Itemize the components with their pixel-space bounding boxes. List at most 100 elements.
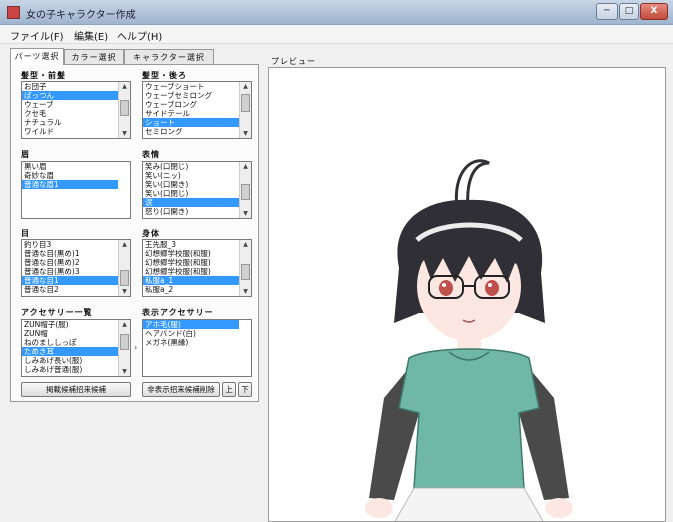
list-item[interactable]: 笑い(口閉じ) xyxy=(143,189,239,198)
scrollbar[interactable]: ▲ ▼ xyxy=(239,240,251,296)
list-item[interactable]: 釣り目3 xyxy=(22,240,118,249)
accessory-list-label: アクセサリー一覧 xyxy=(21,308,93,317)
list-item-selected[interactable]: ショート xyxy=(143,118,239,127)
list-item[interactable]: ねのまししっぽ xyxy=(22,338,118,347)
hair-front-listbox[interactable]: お団子 ぱっつん ウェーブ クセ毛 ナチュラル ワイルド ▲ ▼ xyxy=(21,81,131,139)
list-item[interactable]: メガネ(黒縁) xyxy=(143,338,239,347)
minimize-button[interactable]: ─ xyxy=(596,3,618,20)
list-item[interactable]: ZUN帽 xyxy=(22,329,118,338)
body-listbox[interactable]: 王先服_3 幻想郷学校服(和服) 幻想郷学校服(和服) 幻想郷学校服(和服) 私… xyxy=(142,239,252,297)
scroll-thumb[interactable] xyxy=(120,270,129,286)
scroll-thumb[interactable] xyxy=(120,100,129,116)
parts-panel: 髪型・前髪 お団子 ぱっつん ウェーブ クセ毛 ナチュラル ワイルド ▲ ▼ 髪… xyxy=(10,64,259,402)
close-button[interactable]: X xyxy=(640,3,668,20)
list-item[interactable]: ウェーブ xyxy=(22,100,118,109)
list-item-selected[interactable]: 涙 xyxy=(143,198,239,207)
list-item[interactable]: 王先服_3 xyxy=(143,240,239,249)
scroll-thumb[interactable] xyxy=(241,184,250,200)
scrollbar[interactable]: ▲ ▼ xyxy=(118,82,130,138)
scroll-thumb[interactable] xyxy=(241,264,250,280)
list-item-selected[interactable]: ためき耳 xyxy=(22,347,118,356)
list-item[interactable]: 奇妙な眉 xyxy=(22,171,118,180)
tab-characters[interactable]: キャラクター選択 xyxy=(124,49,214,64)
list-item[interactable]: 普通な目(黒め)3 xyxy=(22,267,118,276)
window-title: 女の子キャラクター作成 xyxy=(26,10,136,21)
scroll-down-icon[interactable]: ▼ xyxy=(119,287,130,296)
scroll-up-icon[interactable]: ▲ xyxy=(119,320,130,329)
scroll-thumb[interactable] xyxy=(120,334,129,350)
expression-listbox[interactable]: 笑み(口閉じ) 笑い(ニッ) 笑い(口開き) 笑い(口閉じ) 涙 怒り(口開き)… xyxy=(142,161,252,219)
expression-label: 表情 xyxy=(142,150,160,159)
list-item-selected[interactable]: 普通な目1 xyxy=(22,276,118,285)
scrollbar[interactable]: ▲ ▼ xyxy=(118,320,130,376)
preview-canvas xyxy=(268,67,666,522)
list-item[interactable]: 黒い眉 xyxy=(22,162,118,171)
list-item[interactable]: 笑い(ニッ) xyxy=(143,171,239,180)
move-up-button[interactable]: 上 xyxy=(222,382,236,397)
scroll-up-icon[interactable]: ▲ xyxy=(119,240,130,249)
list-item[interactable]: ナチュラル xyxy=(22,118,118,127)
list-item[interactable]: サイドテール xyxy=(143,109,239,118)
scroll-up-icon[interactable]: ▲ xyxy=(119,82,130,91)
list-item-selected[interactable]: 普通な眉1 xyxy=(22,180,118,189)
scrollbar[interactable]: ▲ ▼ xyxy=(239,162,251,218)
scrollbar[interactable]: ▲ ▼ xyxy=(118,240,130,296)
list-item[interactable]: お団子 xyxy=(22,82,118,91)
list-item[interactable]: 幻想郷学校服(和服) xyxy=(143,249,239,258)
list-item[interactable]: 笑い(口開き) xyxy=(143,180,239,189)
list-item[interactable]: しみあげ普通(服) xyxy=(22,365,118,374)
hair-front-label: 髪型・前髪 xyxy=(21,71,66,80)
scroll-down-icon[interactable]: ▼ xyxy=(240,129,251,138)
scroll-up-icon[interactable]: ▲ xyxy=(240,240,251,249)
character-illustration xyxy=(365,159,573,521)
maximize-button[interactable]: □ xyxy=(619,3,639,20)
list-item[interactable]: セミロング xyxy=(143,127,239,136)
menu-file[interactable]: ファイル(F) xyxy=(10,28,64,43)
tab-colors[interactable]: カラー選択 xyxy=(64,49,124,64)
remove-accessory-button[interactable]: 非表示招来候補削除 xyxy=(142,382,220,397)
menu-help[interactable]: ヘルプ(H) xyxy=(117,28,162,43)
menu-bar: ファイル(F) 編集(E) ヘルプ(H) xyxy=(0,25,673,44)
list-item[interactable]: 普通な目(黒め)2 xyxy=(22,258,118,267)
list-item[interactable]: ウェーブショート xyxy=(143,82,239,91)
list-item[interactable]: ウェーブロング xyxy=(143,100,239,109)
shown-accessory-listbox[interactable]: アホ毛(服) ヘアバンド(白) メガネ(黒縁) xyxy=(142,319,252,377)
list-item[interactable]: しみあげ長い(服) xyxy=(22,356,118,365)
list-item[interactable]: 笑み(口閉じ) xyxy=(143,162,239,171)
eyes-listbox[interactable]: 釣り目3 普通な目(黒め)1 普通な目(黒め)2 普通な目(黒め)3 普通な目1… xyxy=(21,239,131,297)
app-icon xyxy=(7,6,20,19)
scroll-up-icon[interactable]: ▲ xyxy=(240,82,251,91)
menu-edit[interactable]: 編集(E) xyxy=(74,28,108,43)
move-down-button[interactable]: 下 xyxy=(238,382,252,397)
list-item[interactable]: 怒り(口開き) xyxy=(143,207,239,216)
add-accessory-button[interactable]: 掲載候補招来候補 xyxy=(21,382,131,397)
list-item[interactable]: 普通な目(黒め)1 xyxy=(22,249,118,258)
accessory-listbox[interactable]: ZUN帽子(服) ZUN帽 ねのまししっぽ ためき耳 しみあげ長い(服) しみあ… xyxy=(21,319,131,377)
scroll-thumb[interactable] xyxy=(241,94,250,112)
list-item[interactable]: クセ毛 xyxy=(22,109,118,118)
list-item[interactable]: 普通な目2 xyxy=(22,285,118,294)
list-item[interactable]: 幻想郷学校服(和服) xyxy=(143,258,239,267)
list-item[interactable]: 私服a_2 xyxy=(143,285,239,294)
list-item[interactable]: ウェーブセミロング xyxy=(143,91,239,100)
list-item[interactable]: ヘアバンド(白) xyxy=(143,329,239,338)
scroll-down-icon[interactable]: ▼ xyxy=(240,287,251,296)
scroll-down-icon[interactable]: ▼ xyxy=(119,129,130,138)
hair-back-label: 髪型・後ろ xyxy=(142,71,187,80)
list-item[interactable]: ZUN帽子(服) xyxy=(22,320,118,329)
list-item-selected[interactable]: ぱっつん xyxy=(22,91,118,100)
move-arrow-icon: › xyxy=(134,343,138,352)
list-item[interactable]: ワイルド xyxy=(22,127,118,136)
scroll-up-icon[interactable]: ▲ xyxy=(240,162,251,171)
scroll-down-icon[interactable]: ▼ xyxy=(240,209,251,218)
list-item-selected[interactable]: 私服a_1 xyxy=(143,276,239,285)
preview-label: プレビュー xyxy=(271,57,316,66)
body-label: 身体 xyxy=(142,229,160,238)
scroll-down-icon[interactable]: ▼ xyxy=(119,367,130,376)
tab-parts[interactable]: パーツ選択 xyxy=(10,48,64,65)
hair-back-listbox[interactable]: ウェーブショート ウェーブセミロング ウェーブロング サイドテール ショート セ… xyxy=(142,81,252,139)
scrollbar[interactable]: ▲ ▼ xyxy=(239,82,251,138)
eyebrow-listbox[interactable]: 黒い眉 奇妙な眉 普通な眉1 xyxy=(21,161,131,219)
list-item-selected[interactable]: アホ毛(服) xyxy=(143,320,239,329)
list-item[interactable]: 幻想郷学校服(和服) xyxy=(143,267,239,276)
